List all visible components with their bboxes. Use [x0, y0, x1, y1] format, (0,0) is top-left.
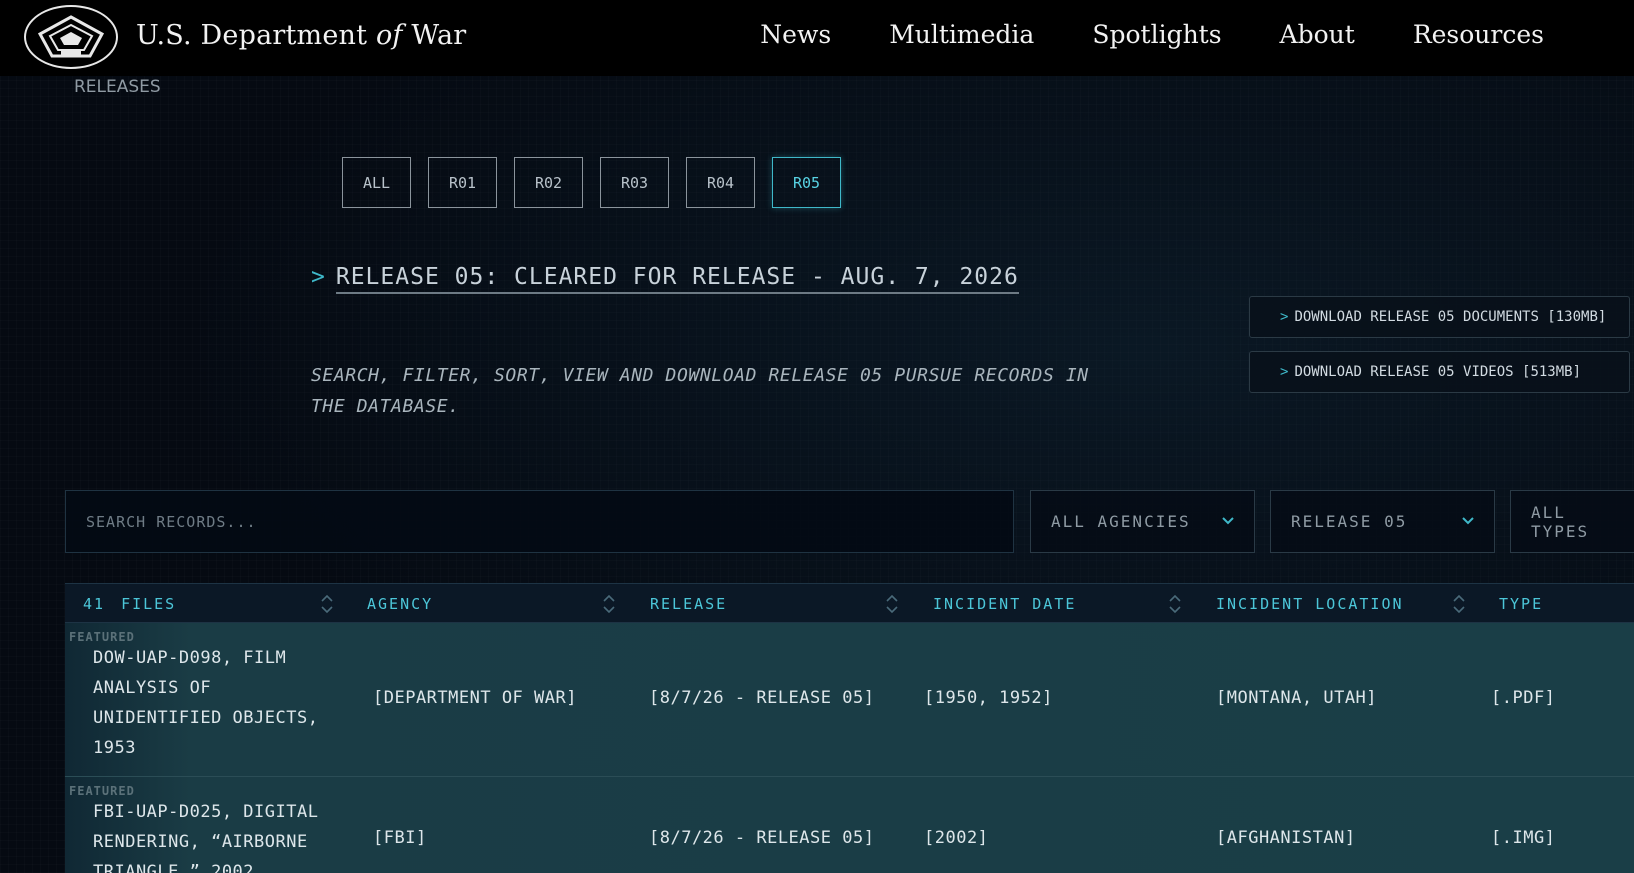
brand-of: of: [375, 20, 403, 51]
incident-location-cell: [AFGHANISTAN]: [1216, 828, 1356, 848]
sort-icon[interactable]: [602, 592, 616, 616]
download-documents-label: DOWNLOAD RELEASE 05 DOCUMENTS [130MB]: [1294, 309, 1607, 325]
sort-icon[interactable]: [885, 592, 899, 616]
sort-icon[interactable]: [320, 592, 334, 616]
file-count: 41: [83, 595, 106, 613]
brand-prefix: U.S. Department: [136, 20, 368, 51]
type-select[interactable]: ALL TYPES: [1510, 490, 1634, 553]
agency-select-value: ALL AGENCIES: [1051, 512, 1191, 531]
top-navigation-bar: U.S. Department of War News Multimedia S…: [0, 0, 1634, 76]
main-nav: News Multimedia Spotlights About Resourc…: [702, 20, 1544, 49]
release-select-value: RELEASE 05: [1291, 512, 1408, 531]
search-input[interactable]: [65, 490, 1014, 553]
records-table: 41 FILES AGENCY RELEASE INCIDENT DATE IN…: [65, 583, 1634, 873]
featured-badge: FEATURED: [69, 630, 135, 644]
file-name[interactable]: DOW-UAP-D098, FILM ANALYSIS OF UNIDENTIF…: [93, 643, 343, 763]
column-type[interactable]: TYPE: [1499, 584, 1543, 624]
download-videos-button[interactable]: > DOWNLOAD RELEASE 05 VIDEOS [513MB]: [1249, 351, 1630, 393]
agency-select[interactable]: ALL AGENCIES: [1030, 490, 1255, 553]
breadcrumb[interactable]: RELEASES: [74, 77, 161, 97]
tab-r03[interactable]: R03: [600, 157, 669, 208]
agency-cell: [DEPARTMENT OF WAR]: [373, 688, 577, 708]
incident-date-cell: [2002]: [924, 828, 989, 848]
type-select-value: ALL TYPES: [1531, 502, 1590, 541]
nav-multimedia[interactable]: Multimedia: [889, 20, 1034, 49]
incident-location-cell: [MONTANA, UTAH]: [1216, 688, 1378, 708]
tab-r05[interactable]: R05: [772, 157, 841, 208]
type-cell: [.IMG]: [1491, 828, 1556, 848]
sort-icon[interactable]: [1168, 592, 1182, 616]
chevron-right-icon: >: [1280, 309, 1289, 325]
chevron-down-icon: [1462, 517, 1474, 525]
column-agency[interactable]: AGENCY: [367, 584, 433, 624]
release-description: SEARCH, FILTER, SORT, VIEW AND DOWNLOAD …: [311, 365, 1089, 417]
download-videos-label: DOWNLOAD RELEASE 05 VIDEOS [513MB]: [1294, 364, 1582, 380]
column-incident-date[interactable]: INCIDENT DATE: [933, 584, 1076, 624]
column-files-label: FILES: [121, 595, 177, 613]
nav-about[interactable]: About: [1280, 20, 1355, 49]
nav-spotlights[interactable]: Spotlights: [1092, 20, 1221, 49]
table-row[interactable]: FEATURED DOW-UAP-D098, FILM ANALYSIS OF …: [65, 623, 1634, 777]
tab-r01[interactable]: R01: [428, 157, 497, 208]
site-brand[interactable]: U.S. Department of War: [136, 20, 466, 51]
release-tabs: ALL R01 R02 R03 R04 R05: [342, 157, 858, 208]
column-files[interactable]: 41 FILES: [83, 584, 176, 624]
brand-suffix: War: [411, 20, 467, 51]
tab-r02[interactable]: R02: [514, 157, 583, 208]
file-name[interactable]: FBI-UAP-D025, DIGITAL RENDERING, “AIRBOR…: [93, 797, 343, 873]
nav-resources[interactable]: Resources: [1413, 20, 1544, 49]
type-cell: [.PDF]: [1491, 688, 1556, 708]
column-incident-location[interactable]: INCIDENT LOCATION: [1216, 584, 1404, 624]
chevron-right-icon: >: [311, 264, 326, 290]
release-select[interactable]: RELEASE 05: [1270, 490, 1495, 553]
pentagon-seal-logo[interactable]: [24, 5, 118, 69]
incident-date-cell: [1950, 1952]: [924, 688, 1053, 708]
release-title-text: RELEASE 05: CLEARED FOR RELEASE - AUG. 7…: [335, 264, 1019, 294]
release-cell: [8/7/26 - RELEASE 05]: [649, 688, 875, 708]
column-release[interactable]: RELEASE: [650, 584, 727, 624]
release-cell: [8/7/26 - RELEASE 05]: [649, 828, 875, 848]
sort-icon[interactable]: [1452, 592, 1466, 616]
table-header: 41 FILES AGENCY RELEASE INCIDENT DATE IN…: [65, 583, 1634, 623]
release-title[interactable]: > RELEASE 05: CLEARED FOR RELEASE - AUG. …: [311, 264, 1019, 294]
agency-cell: [FBI]: [373, 828, 427, 848]
tab-r04[interactable]: R04: [686, 157, 755, 208]
chevron-down-icon: [1222, 517, 1234, 525]
nav-news[interactable]: News: [760, 20, 831, 49]
featured-badge: FEATURED: [69, 784, 135, 798]
chevron-right-icon: >: [1280, 364, 1289, 380]
pentagon-icon: [37, 15, 105, 58]
table-row[interactable]: FEATURED FBI-UAP-D025, DIGITAL RENDERING…: [65, 777, 1634, 873]
tab-all[interactable]: ALL: [342, 157, 411, 208]
download-documents-button[interactable]: > DOWNLOAD RELEASE 05 DOCUMENTS [130MB]: [1249, 296, 1630, 338]
